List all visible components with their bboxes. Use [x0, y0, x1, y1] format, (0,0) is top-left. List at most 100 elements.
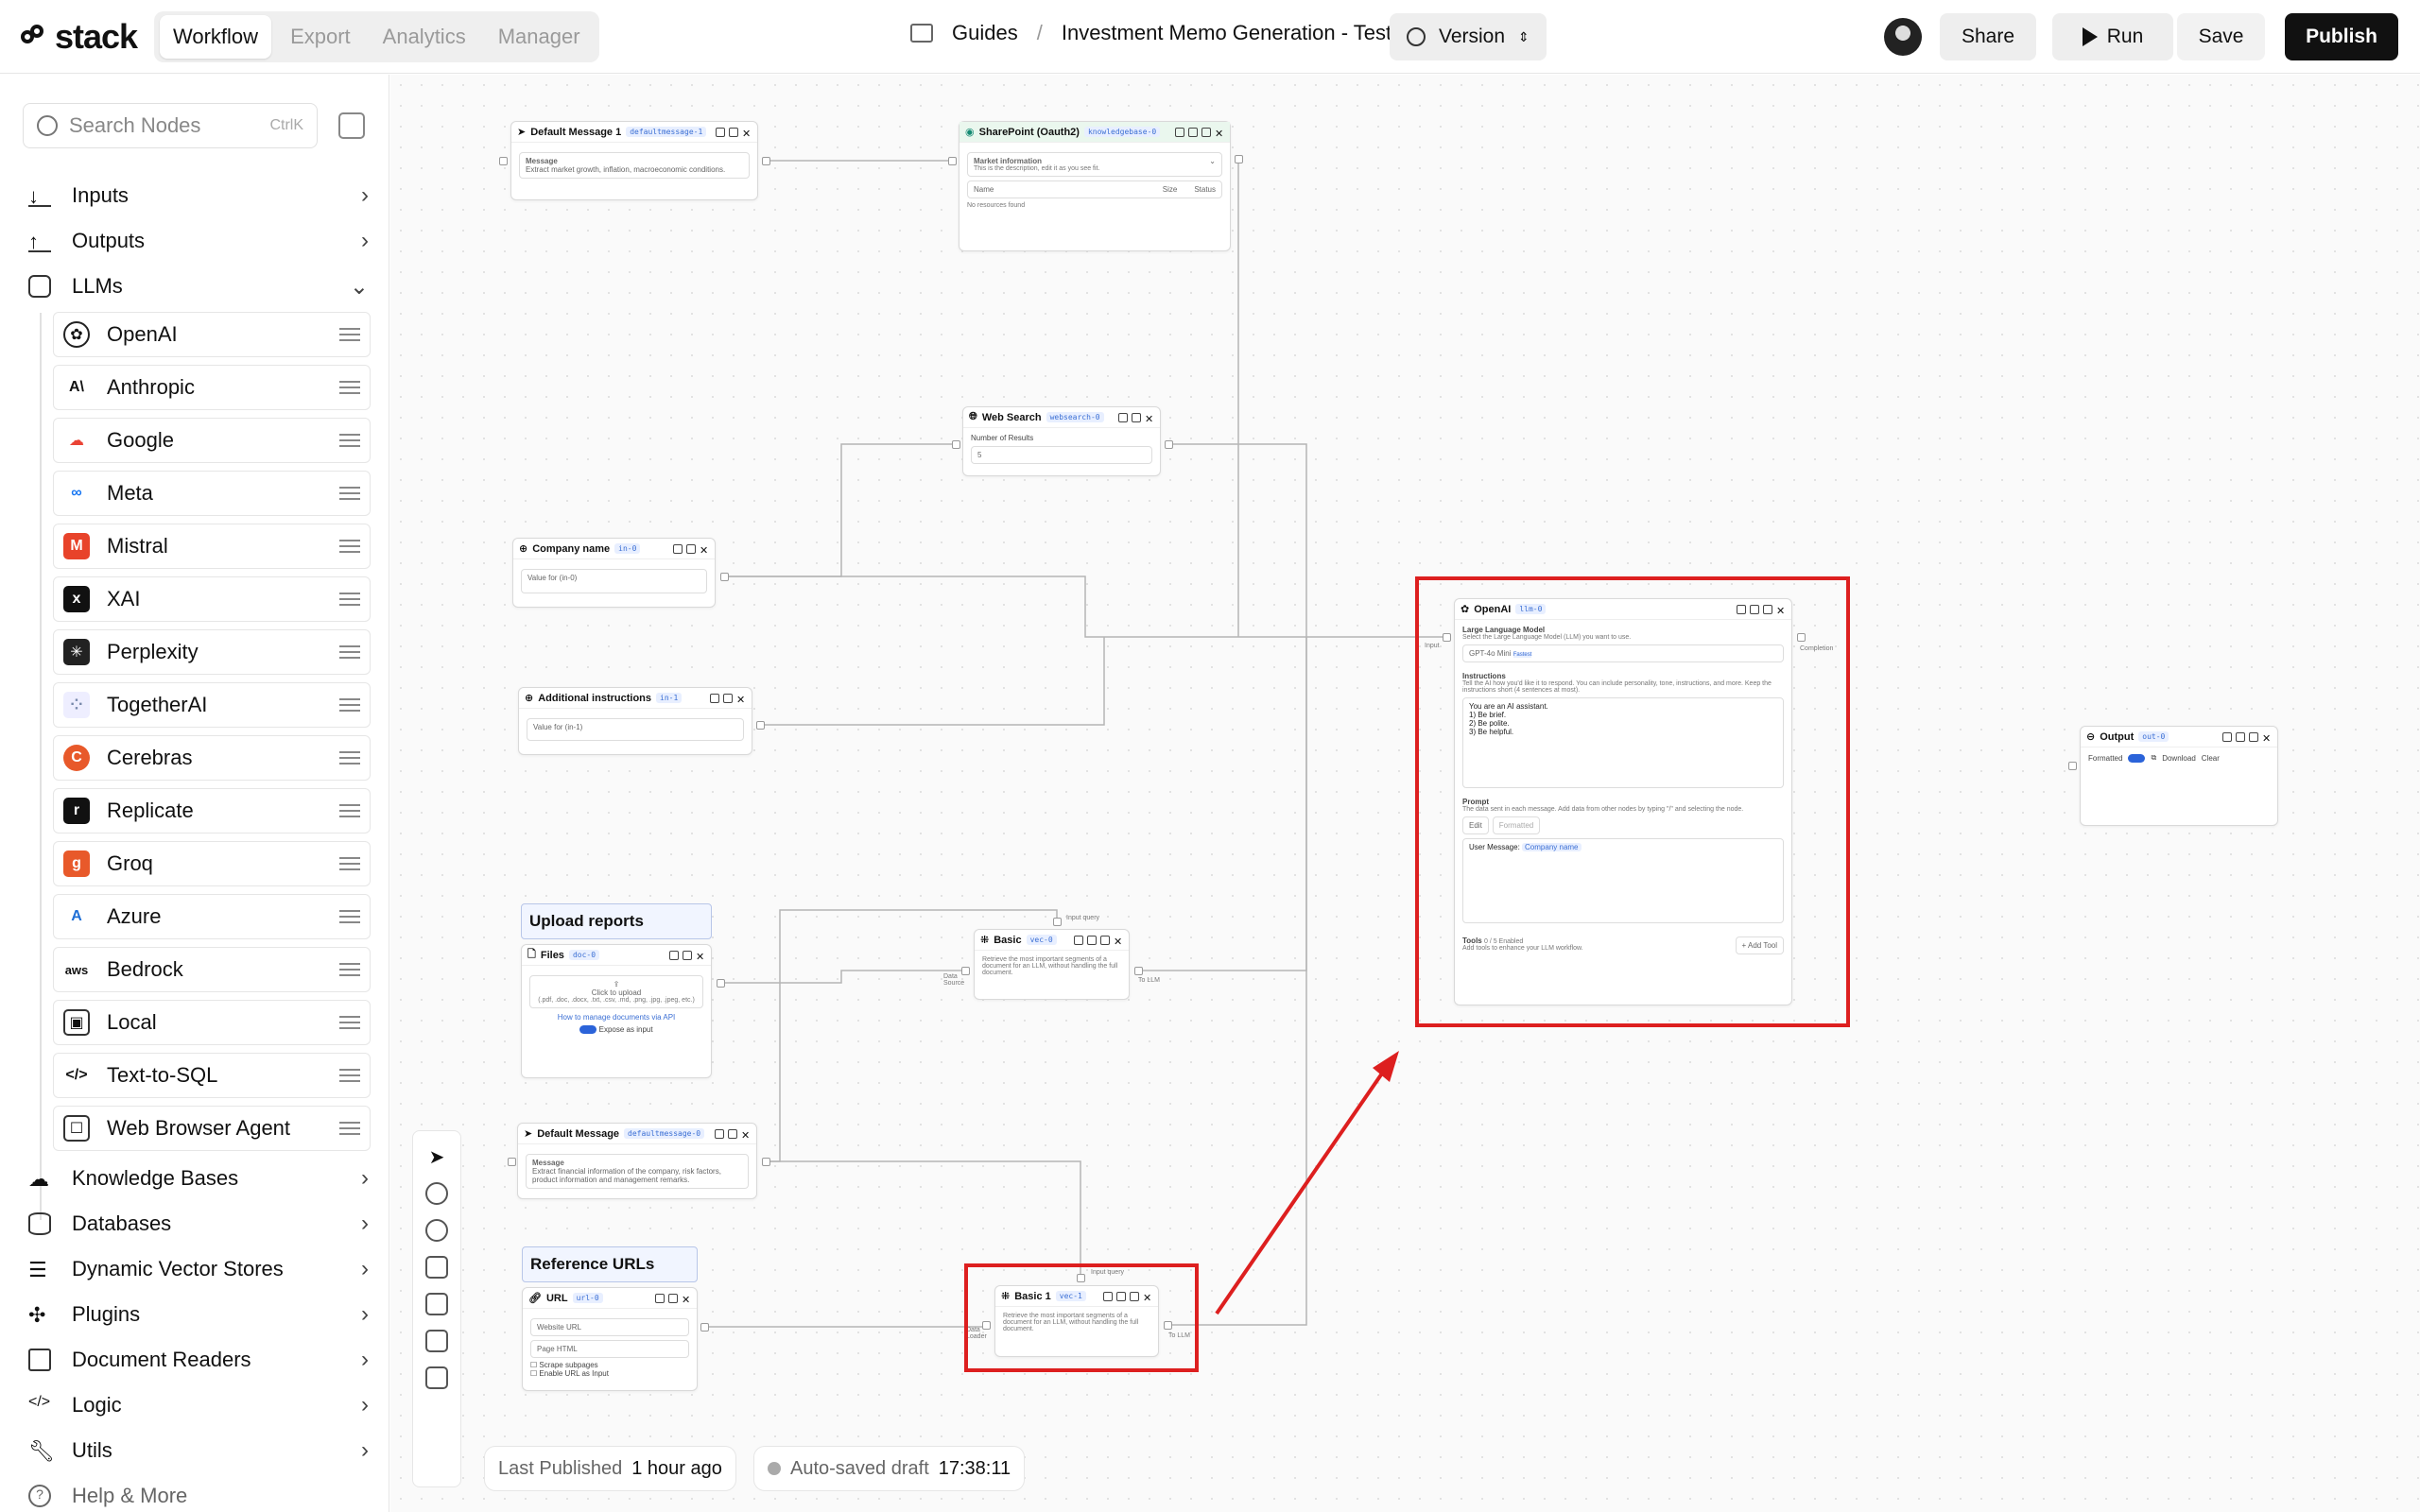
clear-button[interactable]: Clear: [2202, 754, 2220, 763]
close-icon[interactable]: ✕: [1215, 128, 1224, 140]
drag-handle-icon[interactable]: [339, 751, 360, 765]
drag-handle-icon[interactable]: [339, 698, 360, 712]
version-selector[interactable]: Version ⇕: [1390, 13, 1547, 60]
node-web-search[interactable]: 🌐︎ Web Search websearch-0 ✕ Number of Resul…: [962, 406, 1161, 476]
gear-icon[interactable]: [683, 950, 692, 960]
drag-handle-icon[interactable]: [339, 1122, 360, 1135]
category-inputs[interactable]: ↓ Inputs ›: [28, 180, 369, 212]
category-document-readers[interactable]: Document Readers ›: [28, 1344, 369, 1376]
gear-icon[interactable]: [1201, 127, 1211, 137]
upload-dropzone[interactable]: ⇪ Click to upload (.pdf, .doc, .docx, .txt…: [529, 975, 703, 1008]
message-textarea[interactable]: Message Extract financial information of …: [526, 1154, 749, 1189]
port[interactable]: [1165, 440, 1173, 449]
node-default-message[interactable]: ➤ Default Message defaultmessage-0 ✕ Messag…: [517, 1123, 757, 1199]
close-icon[interactable]: ✕: [741, 1129, 751, 1142]
share-button[interactable]: Share: [1940, 13, 2036, 60]
port[interactable]: [762, 1158, 770, 1166]
gear-icon[interactable]: [1132, 412, 1141, 422]
port[interactable]: [1235, 155, 1243, 163]
category-logic[interactable]: </> Logic ›: [28, 1389, 369, 1421]
pencil-icon[interactable]: [728, 1128, 737, 1139]
port[interactable]: [982, 1321, 991, 1330]
node-default-message-1[interactable]: ➤ Default Message 1 defaultmessage-1 ✕ Mess…: [510, 121, 758, 200]
company-name-input[interactable]: Value for (in-0): [521, 569, 707, 593]
node-company-name[interactable]: ⊕ Company name in-0 ✕ Value for (in-0): [512, 538, 716, 608]
formatted-toggle[interactable]: [2128, 753, 2146, 763]
llm-item-mistral[interactable]: M Mistral: [53, 524, 371, 569]
port[interactable]: [1134, 967, 1143, 975]
pages-select[interactable]: Page HTML: [530, 1340, 689, 1358]
llm-item-xai[interactable]: x XAI: [53, 576, 371, 622]
drag-handle-icon[interactable]: [339, 857, 360, 870]
llm-item-openai[interactable]: ✿ OpenAI: [53, 312, 371, 357]
zoom-in-icon[interactable]: [425, 1182, 448, 1205]
info-icon[interactable]: [1087, 935, 1097, 945]
drag-handle-icon[interactable]: [339, 540, 360, 553]
gear-icon[interactable]: [1100, 935, 1110, 945]
scrape-subpages-checkbox[interactable]: ☐ Scrape subpages: [530, 1361, 689, 1369]
port[interactable]: [2068, 762, 2077, 770]
edit-icon[interactable]: [2222, 731, 2232, 742]
pencil-icon[interactable]: [729, 127, 738, 137]
edit-icon[interactable]: [716, 127, 725, 137]
copy-icon[interactable]: ⧉: [2151, 753, 2156, 763]
knowledge-base-section[interactable]: Market information ⌄ This is the descript…: [967, 152, 1222, 177]
enable-url-input-checkbox[interactable]: ☐ Enable URL as Input: [530, 1369, 689, 1378]
port[interactable]: [499, 157, 508, 165]
pointer-icon[interactable]: ➤: [425, 1145, 448, 1168]
llm-item-cerebras[interactable]: C Cerebras: [53, 735, 371, 781]
llm-item-azure[interactable]: A Azure: [53, 894, 371, 939]
close-icon[interactable]: ✕: [2262, 732, 2272, 745]
port[interactable]: [1797, 633, 1806, 642]
port[interactable]: [1443, 633, 1451, 642]
drag-handle-icon[interactable]: [339, 645, 360, 659]
port[interactable]: [1164, 1321, 1172, 1330]
llm-item-local[interactable]: ▣ Local: [53, 1000, 371, 1045]
search-input[interactable]: Search Nodes CtrlK: [23, 103, 318, 148]
tab-manager[interactable]: Manager: [485, 15, 594, 59]
info-icon[interactable]: [1188, 127, 1198, 137]
node-basic[interactable]: ⁜ Basic vec-0 ✕ Retrieve the most important…: [974, 929, 1130, 1000]
llm-item-togetherai[interactable]: ⁘ TogetherAI: [53, 682, 371, 728]
node-url[interactable]: 🔗︎ URL url-0 ✕ Website URL Page HTML ☐ Scra…: [522, 1287, 698, 1391]
expose-toggle[interactable]: Expose as input: [529, 1025, 703, 1035]
llm-item-google[interactable]: ☁ Google: [53, 418, 371, 463]
drag-handle-icon[interactable]: [339, 328, 360, 341]
category-databases[interactable]: Databases ›: [28, 1208, 369, 1240]
port[interactable]: [720, 573, 729, 581]
drag-handle-icon[interactable]: [339, 1016, 360, 1029]
close-icon[interactable]: ✕: [700, 544, 709, 557]
category-knowledge-bases[interactable]: ☁ Knowledge Bases ›: [28, 1162, 369, 1194]
drag-handle-icon[interactable]: [339, 963, 360, 976]
llm-item-text-to-sql[interactable]: </> Text-to-SQL: [53, 1053, 371, 1098]
drag-handle-icon[interactable]: [339, 434, 360, 447]
instructions-input[interactable]: Value for (in-1): [527, 718, 744, 741]
publish-button[interactable]: Publish: [2285, 13, 2398, 60]
close-icon[interactable]: ✕: [696, 951, 705, 963]
tab-analytics[interactable]: Analytics: [370, 15, 479, 59]
llm-item-bedrock[interactable]: aws Bedrock: [53, 947, 371, 992]
drag-handle-icon[interactable]: [339, 381, 360, 394]
port[interactable]: [952, 440, 960, 449]
help-and-more[interactable]: ? Help & More: [28, 1480, 369, 1512]
download-button[interactable]: Download: [2162, 754, 2196, 763]
close-icon[interactable]: ✕: [682, 1294, 691, 1306]
node-output[interactable]: ⊖ Output out-0 ✕ Formatted ⧉ Download Clear: [2080, 726, 2278, 826]
drag-handle-icon[interactable]: [339, 804, 360, 817]
drag-handle-icon[interactable]: [339, 487, 360, 500]
close-icon[interactable]: ✕: [742, 128, 752, 140]
port[interactable]: [717, 979, 725, 988]
port[interactable]: [756, 721, 765, 730]
category-plugins[interactable]: ✣ Plugins ›: [28, 1298, 369, 1331]
tab-export[interactable]: Export: [277, 15, 364, 59]
fit-view-icon[interactable]: [425, 1256, 448, 1279]
llm-item-groq[interactable]: g Groq: [53, 841, 371, 886]
gear-icon[interactable]: [2249, 731, 2258, 742]
llm-item-replicate[interactable]: r Replicate: [53, 788, 371, 833]
category-llms[interactable]: LLMs ⌄: [28, 270, 369, 302]
tab-workflow[interactable]: Workflow: [160, 15, 272, 59]
layout-grid-icon[interactable]: [425, 1330, 448, 1352]
edit-icon[interactable]: [1118, 412, 1128, 422]
edit-icon[interactable]: [673, 543, 683, 554]
map-icon[interactable]: [425, 1366, 448, 1389]
